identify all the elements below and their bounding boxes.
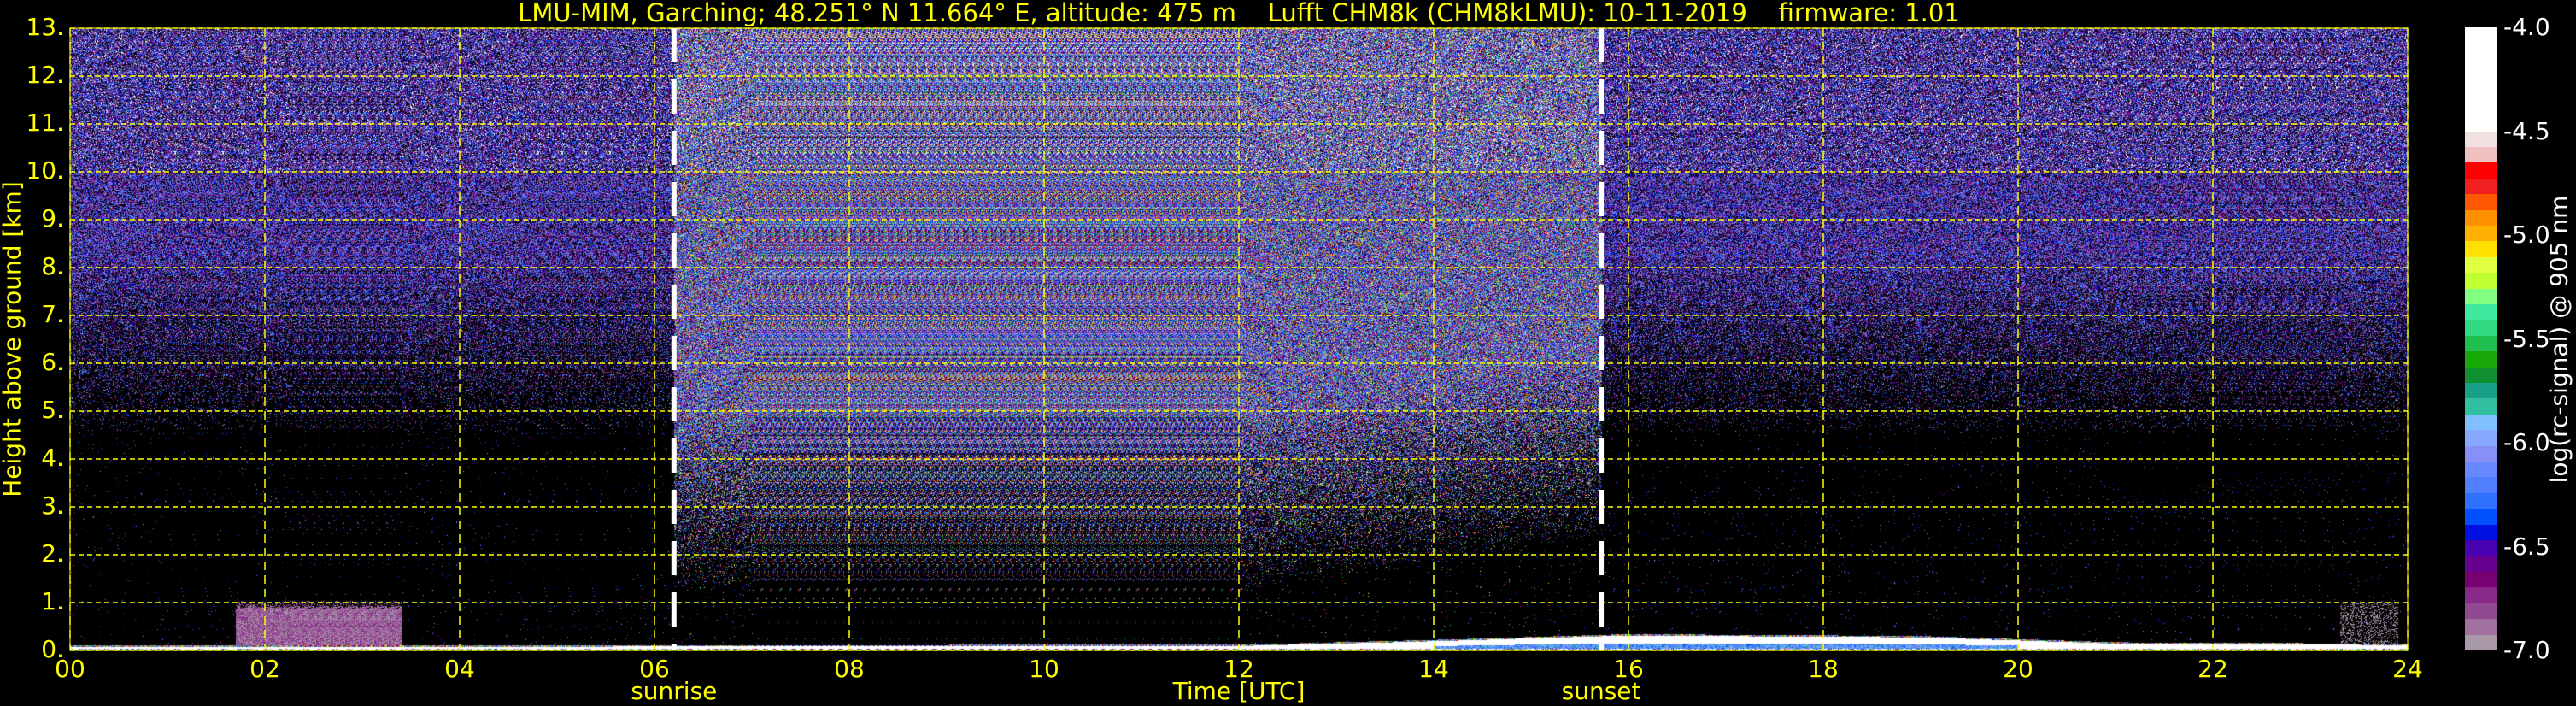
x-tick-label: 22 (2198, 655, 2228, 683)
colorbar-segment (2465, 256, 2497, 274)
y-axis-title: Height above ground [km] (0, 181, 26, 497)
colorbar-segment (2465, 131, 2497, 147)
colorbar-tick-label: -4.5 (2503, 116, 2550, 145)
x-tick-label: 24 (2392, 655, 2423, 683)
colorbar-segment (2465, 462, 2497, 478)
y-tick-label: 10. (26, 156, 64, 185)
colorbar-segment (2465, 320, 2497, 336)
y-tick-label: 2. (41, 539, 64, 568)
grid-overlay (69, 27, 2409, 651)
colorbar-segment (2465, 540, 2497, 556)
colorbar-segment (2465, 509, 2497, 525)
colorbar-segment (2465, 492, 2497, 509)
colorbar-tick-label: -5.5 (2503, 324, 2550, 353)
y-tick-label: 11. (26, 109, 64, 137)
colorbar-tick-label: -6.5 (2503, 532, 2550, 561)
colorbar-segment (2465, 477, 2497, 493)
x-tick-label: 20 (2003, 655, 2033, 683)
colorbar-segment (2465, 524, 2497, 541)
colorbar-segment (2465, 27, 2497, 132)
x-axis-title: Time [UTC] (1172, 677, 1306, 705)
colorbar-tick-label: -4.0 (2503, 13, 2550, 41)
x-tick-label: 04 (444, 655, 475, 683)
colorbar (2465, 27, 2497, 650)
x-tick-label: 14 (1418, 655, 1449, 683)
colorbar-tick-label: -6.0 (2503, 428, 2550, 456)
colorbar-segment (2465, 303, 2497, 321)
sunrise-label: sunrise (631, 677, 718, 705)
colorbar-segment (2465, 273, 2497, 289)
colorbar-segment (2465, 603, 2497, 620)
sunset-label: sunset (1561, 677, 1641, 705)
colorbar-segment (2465, 178, 2497, 195)
colorbar-segment (2465, 571, 2497, 588)
chart-title: LMU-MIM, Garching; 48.251° N 11.664° E, … (518, 0, 1960, 27)
plot-frame (69, 27, 2409, 651)
colorbar-title: log(rc-signal) @ 905 nm (2544, 195, 2573, 484)
colorbar-segment (2465, 383, 2497, 399)
colorbar-segment (2465, 288, 2497, 304)
colorbar-segment (2465, 146, 2497, 163)
colorbar-segment (2465, 587, 2497, 603)
x-tick-label: 08 (834, 655, 865, 683)
colorbar-segment (2465, 351, 2497, 368)
colorbar-segment (2465, 556, 2497, 572)
y-tick-label: 13. (26, 13, 64, 41)
x-tick-label: 00 (55, 655, 85, 683)
x-tick-label: 02 (249, 655, 280, 683)
colorbar-segment (2465, 225, 2497, 242)
colorbar-segment (2465, 398, 2497, 415)
colorbar-segment (2465, 634, 2497, 650)
colorbar-segment (2465, 414, 2497, 431)
y-tick-label: 12. (26, 61, 64, 89)
colorbar-segment (2465, 445, 2497, 462)
x-tick-label: 18 (1808, 655, 1839, 683)
y-tick-label: 1. (41, 587, 64, 615)
colorbar-segment (2465, 430, 2497, 446)
plot-area (69, 27, 2409, 651)
colorbar-segment (2465, 367, 2497, 383)
colorbar-segment (2465, 241, 2497, 257)
colorbar-segment (2465, 162, 2497, 179)
colorbar-segment (2465, 194, 2497, 210)
colorbar-segment (2465, 335, 2497, 352)
colorbar-tick-label: -5.0 (2503, 221, 2550, 249)
colorbar-tick-label: -7.0 (2503, 636, 2550, 664)
colorbar-segment (2465, 209, 2497, 226)
x-tick-label: 10 (1029, 655, 1059, 683)
colorbar-segment (2465, 619, 2497, 635)
